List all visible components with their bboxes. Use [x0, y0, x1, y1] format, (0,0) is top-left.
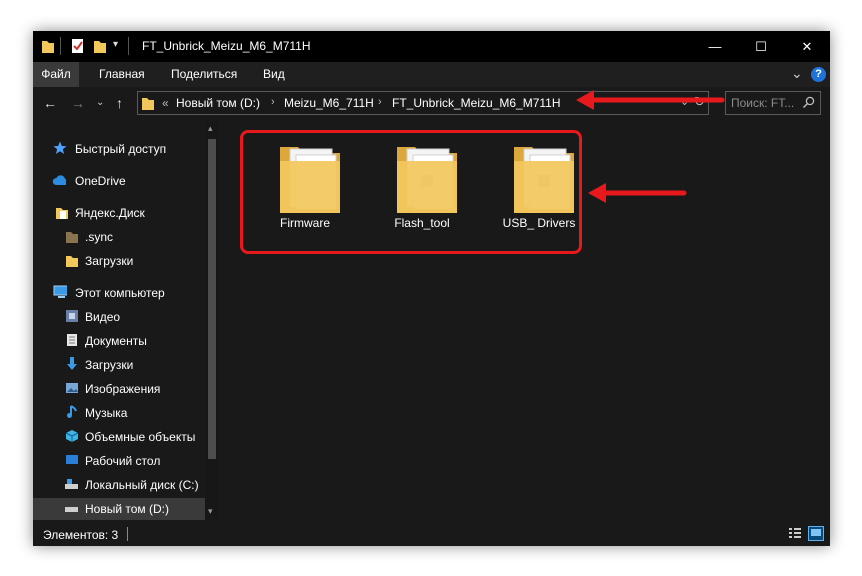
annotation-arrow-address: [576, 90, 725, 110]
annotation-arrow-folders: [588, 183, 687, 203]
annotation-arrows: [576, 90, 725, 203]
